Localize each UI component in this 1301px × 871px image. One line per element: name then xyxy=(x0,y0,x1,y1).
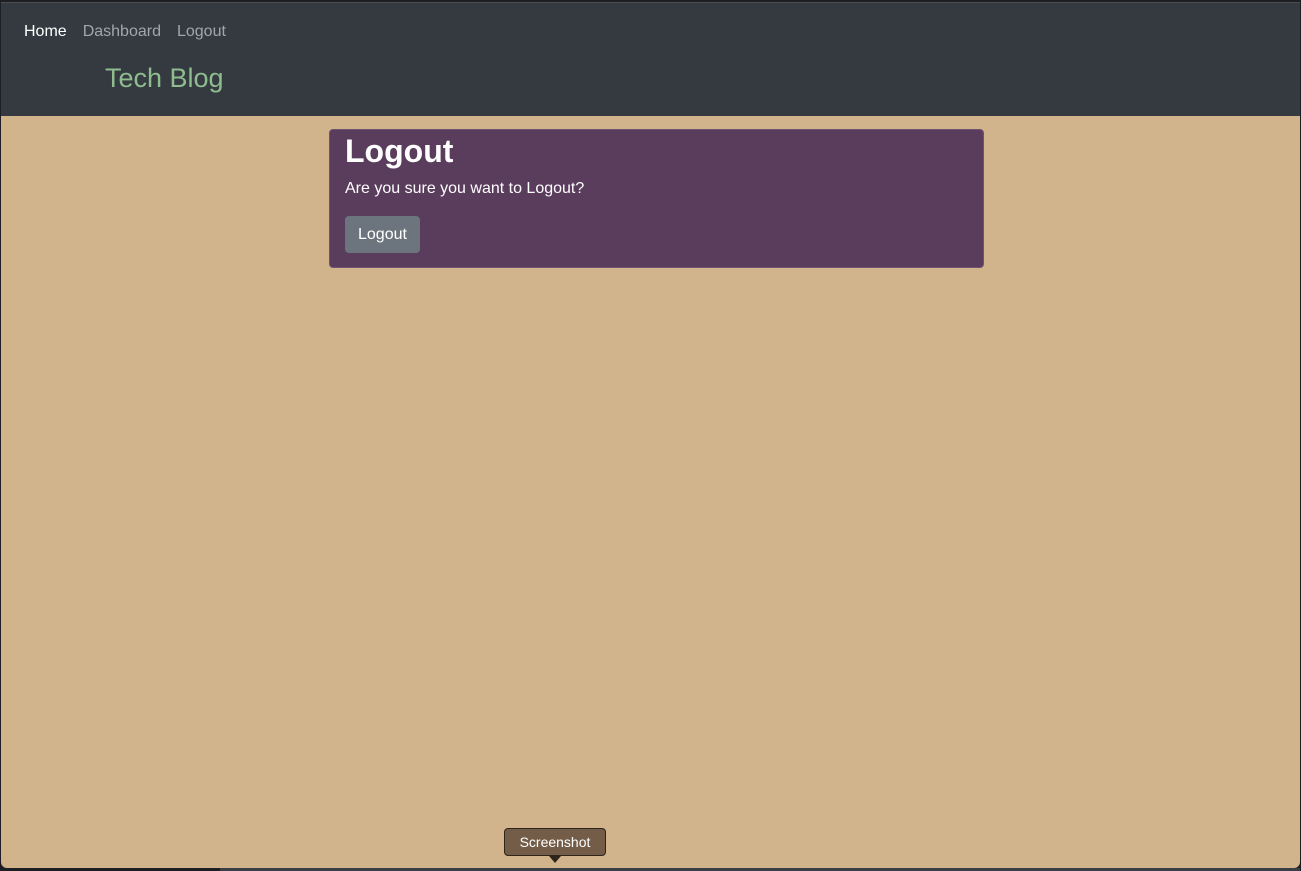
nav-link-logout[interactable]: Logout xyxy=(177,21,226,43)
logout-confirm-text: Are you sure you want to Logout? xyxy=(345,180,585,197)
top-navbar: Home Dashboard Logout Tech Blog xyxy=(1,2,1300,116)
screenshot-tooltip: Screenshot xyxy=(504,828,606,856)
logout-card-title: Logout xyxy=(345,133,454,169)
browser-viewport: Home Dashboard Logout Tech Blog Logout A… xyxy=(1,2,1300,868)
nav-link-home[interactable]: Home xyxy=(24,21,67,43)
logout-button[interactable]: Logout xyxy=(345,216,420,253)
tooltip-arrow xyxy=(549,856,561,863)
site-brand: Tech Blog xyxy=(105,63,224,93)
logout-card: Logout Are you sure you want to Logout? … xyxy=(329,129,984,268)
nav-links: Home Dashboard Logout xyxy=(24,21,242,43)
nav-link-dashboard[interactable]: Dashboard xyxy=(83,21,161,43)
